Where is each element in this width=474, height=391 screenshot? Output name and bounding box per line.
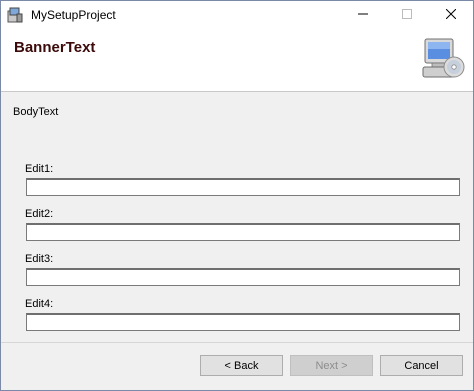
- edit3-label: Edit3:: [25, 253, 54, 265]
- minimize-icon: [358, 6, 368, 24]
- banner: BannerText: [1, 29, 473, 92]
- close-icon: [445, 6, 457, 24]
- body-text: BodyText: [13, 106, 59, 118]
- next-button: Next >: [290, 355, 373, 376]
- edit4-label: Edit4:: [25, 298, 54, 310]
- edit4-field[interactable]: [26, 313, 460, 331]
- edit1-label: Edit1:: [25, 163, 54, 175]
- minimize-button[interactable]: [341, 1, 385, 29]
- edit2-field[interactable]: [26, 223, 460, 241]
- installer-icon: [7, 7, 23, 23]
- edit2-label: Edit2:: [25, 208, 54, 220]
- title-bar[interactable]: MySetupProject: [1, 1, 473, 29]
- cancel-button[interactable]: Cancel: [380, 355, 463, 376]
- maximize-button: [385, 1, 429, 29]
- maximize-icon: [402, 6, 412, 24]
- edit3-field[interactable]: [26, 268, 460, 286]
- computer-disc-icon: [419, 37, 465, 81]
- footer-divider: [1, 342, 473, 343]
- window-title: MySetupProject: [31, 8, 116, 22]
- banner-title: BannerText: [14, 39, 96, 56]
- setup-window: MySetupProject BannerText BodyText Edit1…: [0, 0, 474, 391]
- back-button[interactable]: < Back: [200, 355, 283, 376]
- close-button[interactable]: [429, 1, 473, 29]
- edit1-field[interactable]: [26, 178, 460, 196]
